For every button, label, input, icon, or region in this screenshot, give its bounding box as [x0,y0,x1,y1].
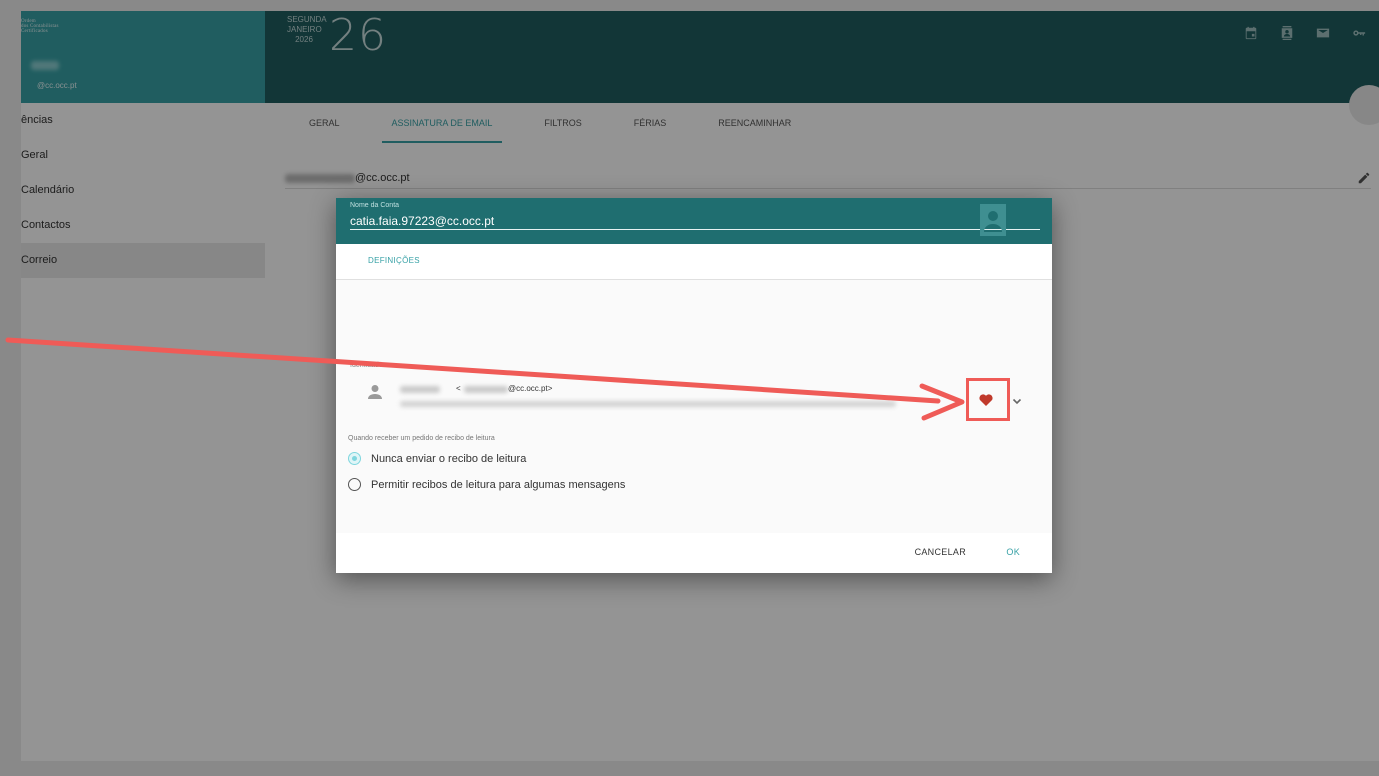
dialog-actions: CANCELAR OK [336,533,1052,573]
dialog-tabs: DEFINIÇÕES [336,244,1052,280]
account-dialog: Nome da Conta DEFINIÇÕES Identidades < @… [336,198,1052,573]
identities-label: Identidades [350,362,387,369]
identity-name-redacted [400,386,440,393]
person-icon [366,383,384,401]
radio-allow-some[interactable]: Permitir recibos de leitura para algumas… [348,478,625,491]
read-receipt-label: Quando receber um pedido de recibo de le… [348,435,495,442]
tab-definitions[interactable]: DEFINIÇÕES [368,256,420,265]
identity-email: @cc.occ.pt> [508,384,553,393]
radio-label: Nunca enviar o recibo de leitura [371,452,527,465]
identity-local-part-redacted [464,386,508,393]
dialog-body: Identidades < @cc.occ.pt> Quando receber… [336,280,1052,531]
radio-button[interactable] [348,478,361,491]
radio-label: Permitir recibos de leitura para algumas… [371,478,626,491]
cancel-button[interactable]: CANCELAR [915,547,966,557]
annotation-highlight-box [966,378,1010,421]
dialog-header: Nome da Conta [336,198,1052,244]
chevron-down-icon[interactable] [1011,394,1023,406]
radio-button[interactable] [348,452,361,465]
account-name-input[interactable] [350,212,1040,230]
contact-card-icon [978,200,1008,240]
identity-signature-redacted [400,401,896,407]
radio-never-send[interactable]: Nunca enviar o recibo de leitura [348,452,526,465]
identity-open-bracket: < [456,384,461,393]
ok-button[interactable]: OK [1006,547,1020,557]
account-name-label: Nome da Conta [350,202,400,209]
